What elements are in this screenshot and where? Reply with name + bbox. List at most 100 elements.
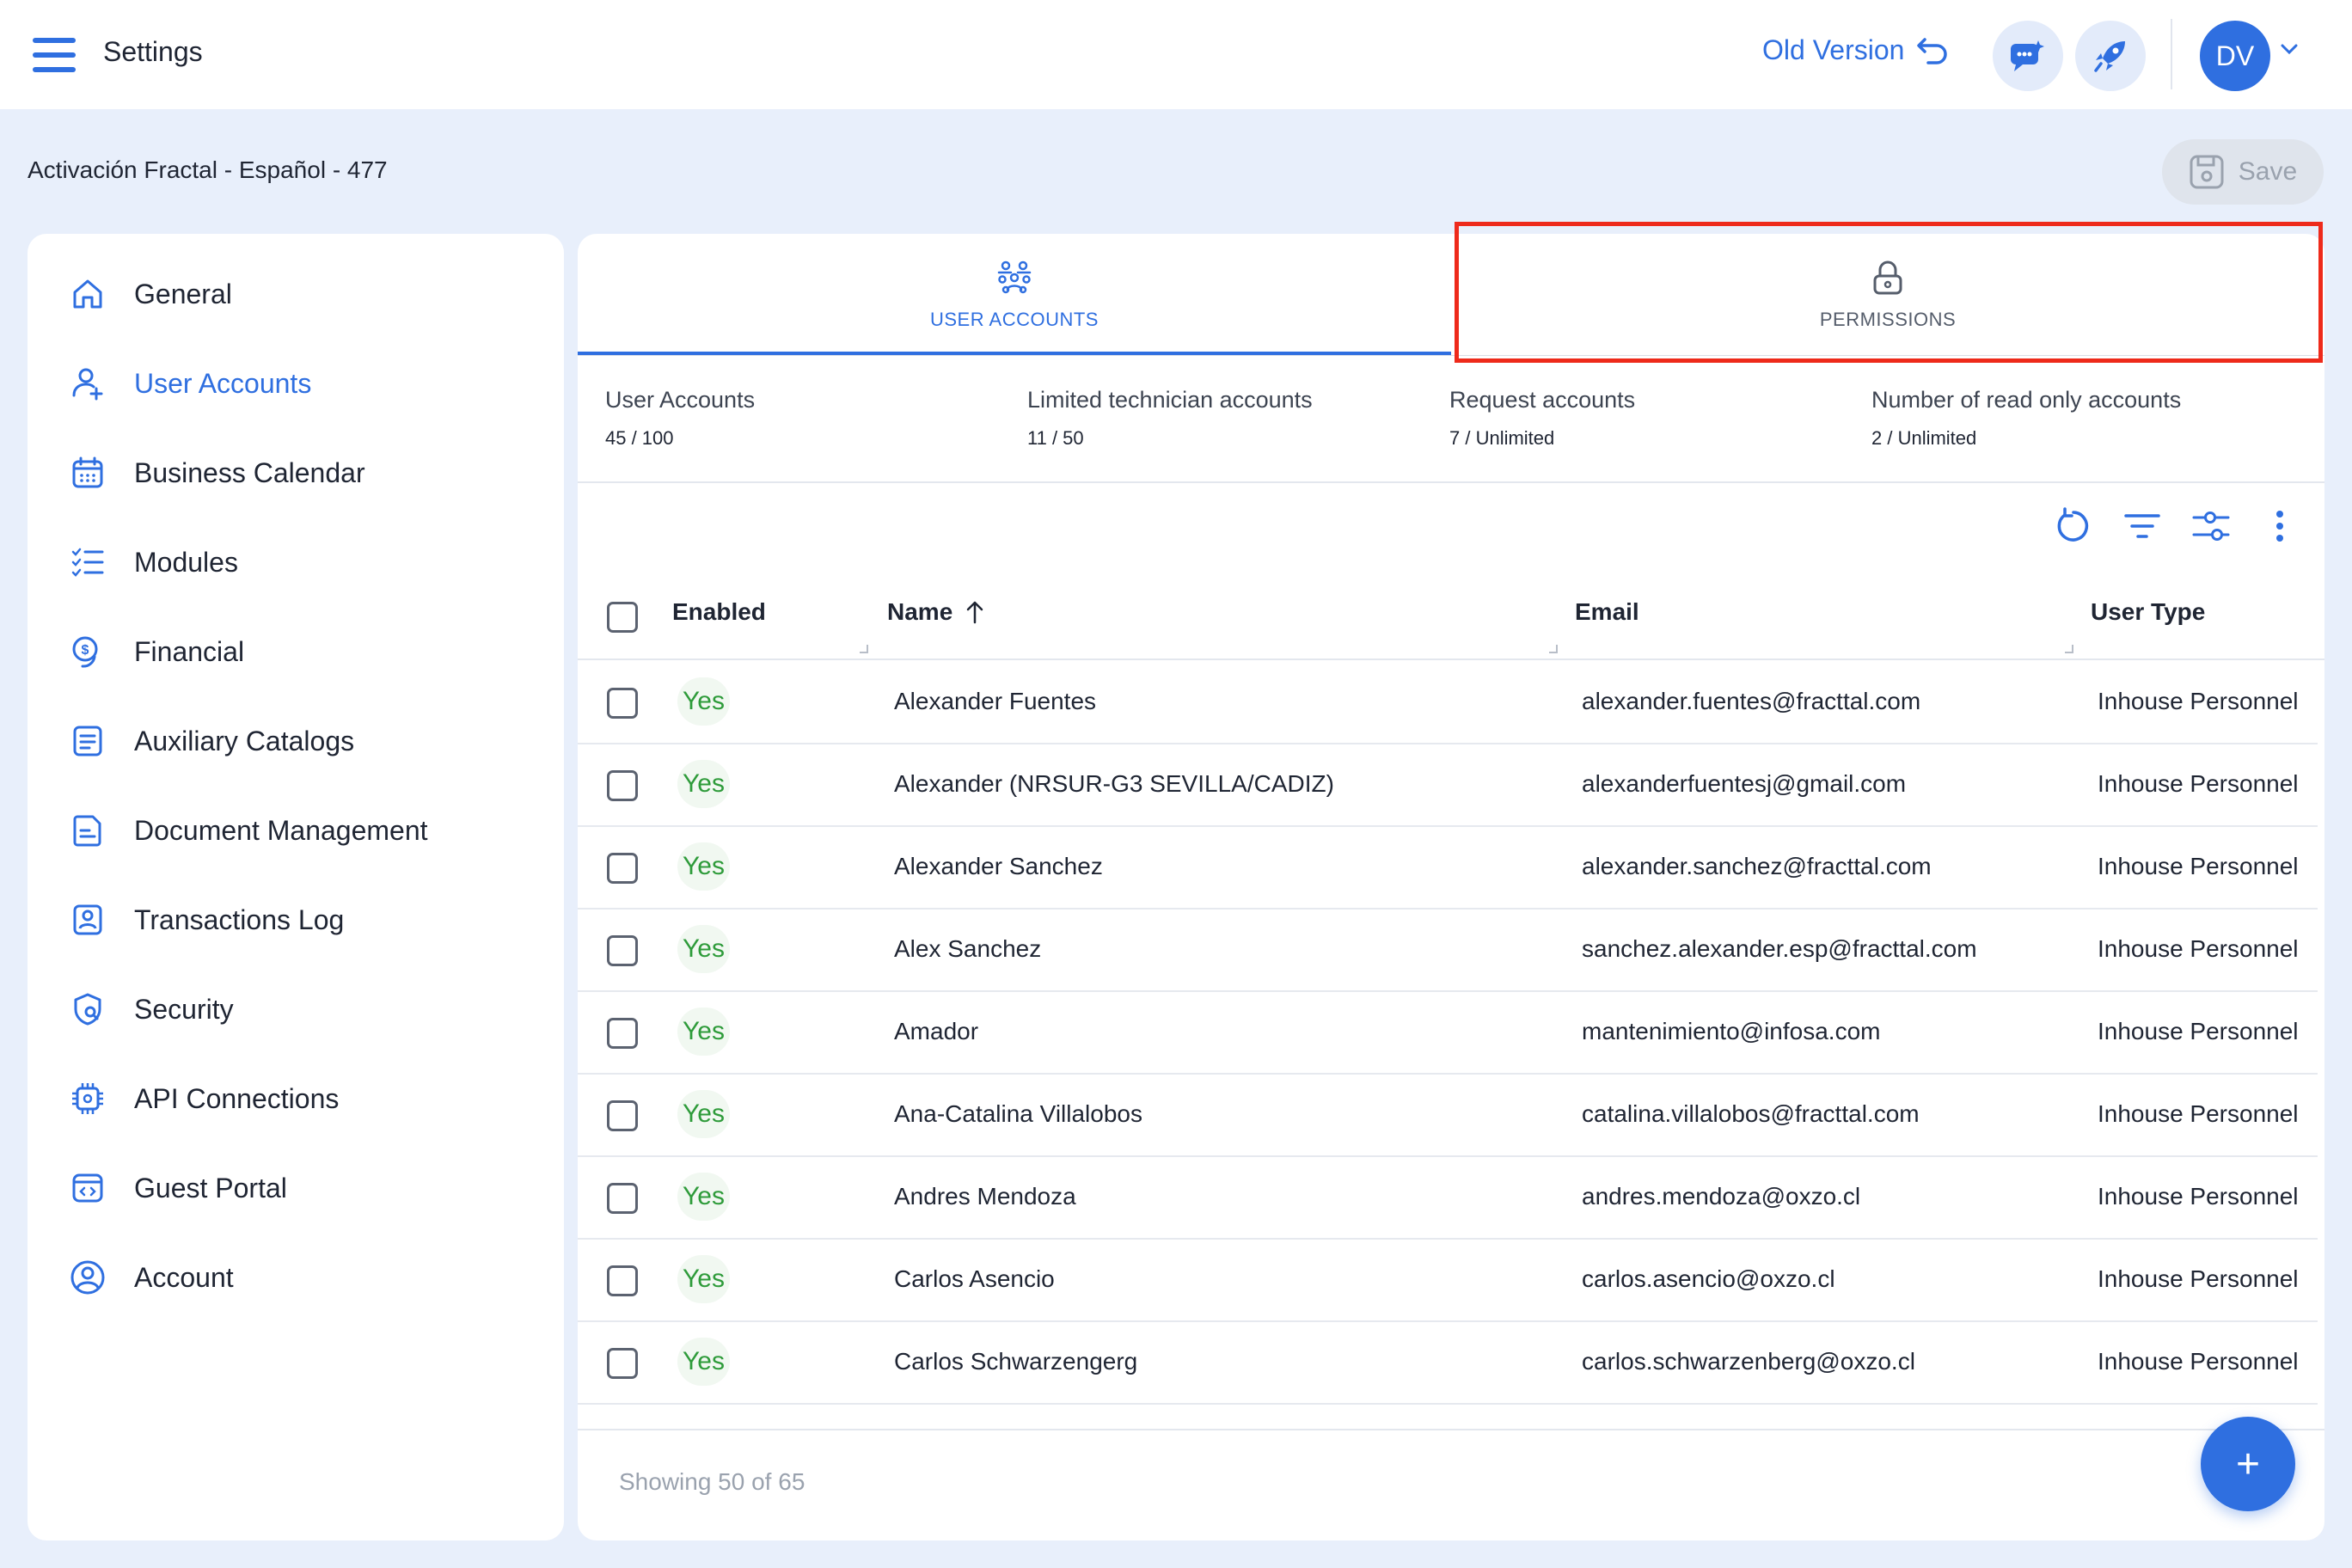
column-resize-handle[interactable] — [2065, 645, 2073, 653]
save-button[interactable]: Save — [2162, 139, 2324, 205]
cell-email: alexanderfuentesj@gmail.com — [1582, 770, 1907, 797]
column-settings-button[interactable] — [2189, 504, 2233, 548]
users-group-icon — [997, 260, 1032, 294]
security-icon — [69, 990, 107, 1028]
cell-name: Alexander Fuentes — [894, 688, 1097, 714]
sidebar-item-label: Security — [134, 993, 234, 1025]
enabled-badge: Yes — [677, 677, 730, 726]
table-row[interactable]: Yes Alexander (NRSUR-G3 SEVILLA/CADIZ) a… — [578, 744, 2318, 827]
sidebar-item-modules[interactable]: Modules — [69, 536, 238, 588]
column-email[interactable]: Email — [1575, 598, 1639, 626]
table-row[interactable]: Yes Alexander Sanchez alexander.sanchez@… — [578, 827, 2318, 910]
column-resize-handle[interactable] — [860, 645, 868, 653]
cell-email: sanchez.alexander.esp@fracttal.com — [1582, 935, 1977, 962]
column-name[interactable]: Name — [887, 598, 985, 626]
sidebar-item-document-management[interactable]: Document Management — [69, 805, 428, 856]
row-checkbox[interactable] — [607, 1100, 638, 1131]
stat-value: 45 / 100 — [605, 427, 674, 449]
save-icon — [2190, 155, 2224, 189]
table-row[interactable]: Yes Ana-Catalina Villalobos catalina.vil… — [578, 1075, 2318, 1157]
sidebar-item-general[interactable]: General — [69, 268, 232, 320]
row-checkbox[interactable] — [607, 688, 638, 719]
stat-value: 2 / Unlimited — [1871, 427, 1977, 449]
refresh-button[interactable] — [2051, 504, 2096, 548]
table-row[interactable]: Yes Carlos Schwarzengerg carlos.schwarze… — [578, 1322, 2318, 1405]
sidebar-item-label: Modules — [134, 546, 238, 578]
chat-sparkle-button[interactable] — [1993, 21, 2063, 91]
sidebar-item-label: Business Calendar — [134, 456, 365, 488]
enabled-badge: Yes — [677, 1008, 730, 1056]
tab-user-accounts[interactable]: USER ACCOUNTS — [578, 234, 1451, 356]
sidebar-item-user-accounts[interactable]: User Accounts — [69, 358, 311, 409]
sidebar-item-auxiliary-catalogs[interactable]: Auxiliary Catalogs — [69, 715, 354, 767]
menu-icon[interactable] — [33, 38, 76, 72]
cell-user-type: Inhouse Personnel — [2098, 770, 2299, 797]
sidebar-item-security[interactable]: Security — [69, 983, 234, 1035]
cell-user-type: Inhouse Personnel — [2098, 1183, 2299, 1210]
cell-user-type: Inhouse Personnel — [2098, 853, 2299, 879]
chevron-down-icon[interactable] — [2280, 43, 2299, 55]
undo-icon — [1917, 37, 1948, 64]
cell-name: Ana-Catalina Villalobos — [894, 1100, 1142, 1127]
table-row[interactable]: Yes Andres Mendoza andres.mendoza@oxzo.c… — [578, 1157, 2318, 1240]
sidebar-item-financial[interactable]: $ Financial — [69, 626, 244, 677]
stat-label: Limited technician accounts — [1027, 387, 1313, 413]
sidebar-item-api-connections[interactable]: API Connections — [69, 1073, 339, 1124]
arrow-up-icon — [967, 601, 983, 624]
sidebar-item-guest-portal[interactable]: Guest Portal — [69, 1162, 287, 1214]
column-user-type[interactable]: User Type — [2091, 598, 2205, 626]
sidebar-item-label: Transactions Log — [134, 903, 345, 935]
tab-divider — [578, 355, 2324, 356]
cell-name: Alex Sanchez — [894, 935, 1042, 962]
sidebar-item-account[interactable]: Account — [69, 1252, 234, 1303]
cell-email: mantenimiento@infosa.com — [1582, 1018, 1881, 1044]
old-version-label: Old Version — [1762, 34, 1905, 65]
tab-label: PERMISSIONS — [1819, 309, 1957, 330]
table-row[interactable]: Yes Amador mantenimiento@infosa.com Inho… — [578, 992, 2318, 1075]
sidebar-item-label: Guest Portal — [134, 1172, 287, 1204]
row-checkbox[interactable] — [607, 1018, 638, 1049]
breadcrumb: Activación Fractal - Español - 477 — [28, 156, 388, 183]
cell-email: catalina.villalobos@fracttal.com — [1582, 1100, 1920, 1127]
row-checkbox[interactable] — [607, 770, 638, 801]
settings-sidebar: General User Accounts Business Calendar … — [28, 234, 564, 1540]
tab-permissions[interactable]: PERMISSIONS — [1451, 234, 2324, 356]
cell-email: alexander.sanchez@fracttal.com — [1582, 853, 1932, 879]
table-row[interactable]: Yes Alex Sanchez sanchez.alexander.esp@f… — [578, 910, 2318, 992]
column-enabled[interactable]: Enabled — [672, 598, 766, 626]
account-icon — [69, 1259, 107, 1296]
api-icon — [69, 1080, 107, 1118]
filter-button[interactable] — [2120, 504, 2165, 548]
sidebar-item-transactions-log[interactable]: Transactions Log — [69, 894, 344, 946]
rocket-button[interactable] — [2075, 21, 2146, 91]
more-vert-icon — [2276, 511, 2283, 542]
row-checkbox[interactable] — [607, 1183, 638, 1214]
rocket-icon — [2094, 41, 2125, 72]
row-checkbox[interactable] — [607, 1348, 638, 1379]
row-checkbox[interactable] — [607, 1265, 638, 1296]
column-resize-handle[interactable] — [1549, 645, 1558, 653]
select-all-checkbox[interactable] — [607, 602, 638, 633]
cell-user-type: Inhouse Personnel — [2098, 935, 2299, 962]
stat-limited-technician: Limited technician accounts 11 / 50 — [1027, 387, 1313, 450]
add-user-button[interactable]: + — [2201, 1417, 2295, 1511]
enabled-badge: Yes — [677, 925, 730, 973]
table-row[interactable]: Yes Carlos Asencio carlos.asencio@oxzo.c… — [578, 1240, 2318, 1322]
enabled-badge: Yes — [677, 760, 730, 808]
sidebar-item-label: API Connections — [134, 1082, 340, 1114]
sidebar-item-label: Financial — [134, 635, 245, 667]
sidebar-item-business-calendar[interactable]: Business Calendar — [69, 447, 365, 499]
stat-read-only: Number of read only accounts 2 / Unlimit… — [1871, 387, 2181, 450]
column-name-label: Name — [887, 598, 953, 625]
log-icon — [69, 901, 107, 939]
stat-user-accounts: User Accounts 45 / 100 — [605, 387, 755, 450]
row-checkbox[interactable] — [607, 935, 638, 966]
more-options-button[interactable] — [2257, 504, 2302, 548]
avatar[interactable]: DV — [2200, 21, 2270, 91]
old-version-link[interactable]: Old Version — [1762, 34, 1949, 66]
table-row[interactable]: Yes Alexander Fuentes alexander.fuentes@… — [578, 662, 2318, 744]
row-checkbox[interactable] — [607, 853, 638, 884]
enabled-badge: Yes — [677, 1173, 730, 1221]
cell-user-type: Inhouse Personnel — [2098, 1265, 2299, 1292]
sidebar-item-label: Auxiliary Catalogs — [134, 725, 355, 756]
